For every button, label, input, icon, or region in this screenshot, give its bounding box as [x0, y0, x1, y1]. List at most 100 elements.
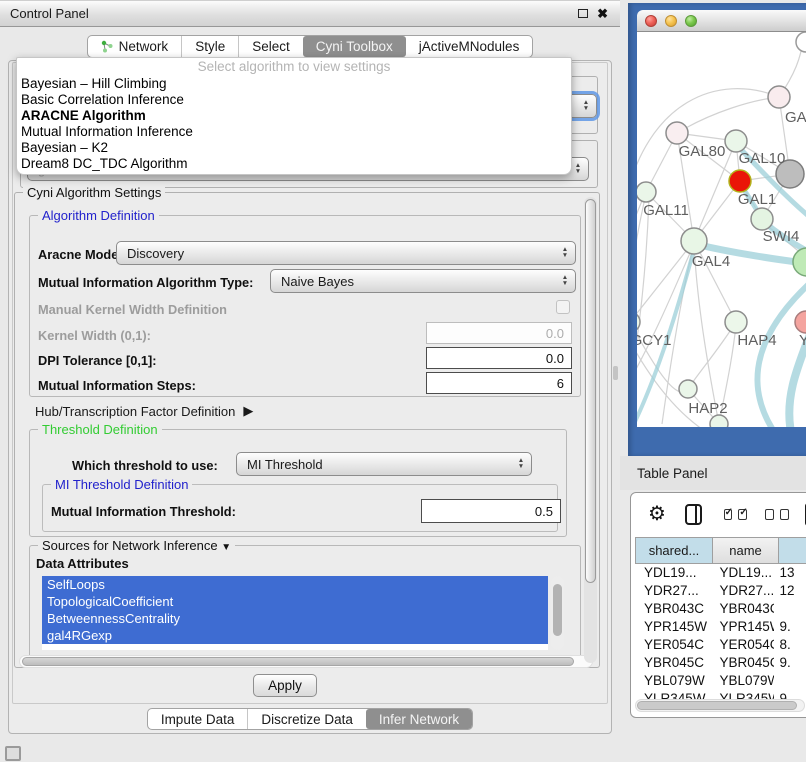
scrollbar-thumb[interactable]	[585, 199, 596, 583]
mi-threshold-group: MI Threshold Definition Mutual Informati…	[42, 484, 558, 532]
dropdown-option[interactable]: Bayesian – Hill Climbing	[17, 76, 571, 92]
node-label: Y	[799, 332, 806, 349]
network-icon	[101, 40, 114, 53]
bottom-tabstrip: Impute Data Discretize Data Infer Networ…	[0, 708, 620, 730]
mi-steps-input[interactable]: 6	[426, 372, 572, 394]
split-columns-icon[interactable]	[685, 504, 702, 525]
tab-infer-network[interactable]: Infer Network	[366, 709, 472, 729]
attributes-scrollbar[interactable]	[551, 576, 564, 650]
checked-checkbox-icon[interactable]	[738, 509, 747, 520]
table-row[interactable]: YDL19...YDL19...13	[635, 564, 806, 582]
table-row[interactable]: YPR145WYPR145W9.	[635, 618, 806, 636]
table-row[interactable]: YBR045CYBR045C9.	[635, 654, 806, 672]
column-header-name[interactable]: name	[713, 537, 779, 564]
which-threshold-combobox[interactable]: MI Threshold ▲▼	[236, 452, 532, 476]
panel-grip-icon[interactable]	[5, 746, 21, 761]
network-window-titlebar	[637, 10, 806, 32]
close-icon[interactable]: ✖	[597, 7, 608, 20]
node-partial-top[interactable]	[796, 32, 806, 52]
table-row[interactable]: YBL079WYBL079W	[635, 672, 806, 690]
mi-steps-label: Mutual Information Steps:	[38, 378, 196, 393]
table-hscrollbar[interactable]	[635, 699, 805, 712]
combo-stepper-icon: ▲▼	[511, 458, 531, 471]
collapse-down-icon[interactable]: ▼	[221, 542, 231, 553]
attribute-item-selected[interactable]: gal4RGexp	[42, 627, 548, 644]
node-gal1-red[interactable]	[729, 170, 751, 192]
tab-cyni-toolbox[interactable]: Cyni Toolbox	[303, 36, 406, 57]
node-label: HAP2	[688, 400, 727, 417]
settings-vscrollbar[interactable]	[584, 197, 597, 663]
node-hap2[interactable]	[679, 380, 697, 398]
tab-jactivemnodules[interactable]: jActiveMNodules	[406, 36, 533, 57]
dropdown-option[interactable]: Bayesian – K2	[17, 140, 571, 156]
table-header-row: shared... name	[635, 537, 806, 564]
scrollbar-thumb[interactable]	[553, 584, 562, 636]
node-gal4[interactable]	[681, 228, 707, 254]
node-label: GAL	[785, 109, 806, 126]
node-gal10[interactable]	[725, 130, 747, 152]
aracne-mode-combobox[interactable]: Discovery ▲▼	[116, 241, 576, 265]
node-gal-pink[interactable]	[768, 86, 790, 108]
manual-kernel-checkbox[interactable]	[556, 300, 570, 314]
dropdown-option[interactable]: Mutual Information Inference	[17, 124, 571, 140]
dropdown-option[interactable]: Dream8 DC_TDC Algorithm	[17, 156, 571, 172]
table-row[interactable]: YDR27...YDR27...12	[635, 582, 806, 600]
node-hap4[interactable]	[725, 311, 747, 333]
threshold-definition-title: Threshold Definition	[38, 422, 162, 437]
column-header-partial[interactable]	[779, 537, 806, 564]
dpi-tolerance-label: DPI Tolerance [0,1]:	[38, 353, 157, 368]
tab-impute-data[interactable]: Impute Data	[148, 709, 248, 729]
kernel-width-input[interactable]: 0.0	[426, 322, 572, 344]
dpi-tolerance-input[interactable]: 0.0	[426, 347, 572, 369]
dropdown-option[interactable]: Basic Correlation Inference	[17, 92, 571, 108]
tab-select[interactable]: Select	[238, 36, 303, 57]
attribute-item-selected[interactable]: BetweennessCentrality	[42, 610, 548, 627]
float-window-icon[interactable]	[578, 9, 588, 18]
algorithm-definition-title: Algorithm Definition	[38, 208, 159, 223]
minimize-traffic-icon[interactable]	[665, 15, 677, 27]
checked-checkbox-icon[interactable]	[724, 509, 733, 520]
close-traffic-icon[interactable]	[645, 15, 657, 27]
algorithm-definition-group: Algorithm Definition Aracne Mode: Discov…	[29, 215, 581, 397]
table-row[interactable]: YBR043CYBR043C	[635, 600, 806, 618]
tab-network[interactable]: Network	[88, 36, 182, 57]
node-gal80[interactable]	[666, 122, 688, 144]
manual-kernel-label: Manual Kernel Width Definition	[38, 302, 227, 317]
node-label: GAL4	[692, 253, 730, 270]
node-label: GAL10	[739, 150, 786, 167]
hub-definition-toggle[interactable]: Hub/Transcription Factor Definition ▶	[35, 403, 253, 419]
mi-threshold-title: MI Threshold Definition	[51, 477, 192, 492]
dropdown-option-highlighted[interactable]: ARACNE Algorithm	[17, 108, 571, 124]
apply-button[interactable]: Apply	[253, 674, 317, 697]
node-label: GAL80	[679, 143, 726, 160]
tab-discretize-data[interactable]: Discretize Data	[247, 709, 366, 729]
node-salmon[interactable]	[795, 311, 806, 333]
node-big-green[interactable]	[793, 248, 806, 276]
expand-right-icon: ▶	[243, 403, 253, 419]
node-swi4[interactable]	[751, 208, 773, 230]
attribute-item-selected[interactable]: SelfLoops	[42, 576, 548, 593]
table-panel-titlebar: Table Panel	[620, 456, 806, 490]
mi-type-combobox[interactable]: Naive Bayes ▲▼	[270, 269, 576, 293]
table-row[interactable]: YER054CYER054C8.	[635, 636, 806, 654]
unchecked-checkbox-icon[interactable]	[765, 509, 774, 520]
table-row[interactable]: YLR345WYLR345W9.	[635, 690, 806, 699]
scrollbar-thumb[interactable]	[22, 657, 574, 666]
network-canvas[interactable]: GAL GAL80 GAL10 GAL1 GAL11 SWI4 GAL4 GCY…	[637, 32, 806, 427]
split-pane-handle[interactable]	[613, 366, 618, 380]
zoom-traffic-icon[interactable]	[685, 15, 697, 27]
combo-stepper-icon: ▲▼	[576, 100, 596, 113]
tab-style[interactable]: Style	[181, 36, 238, 57]
sources-group: Sources for Network Inference ▼ Data Att…	[29, 545, 581, 667]
column-header-shared[interactable]: shared...	[635, 537, 713, 564]
mi-threshold-input[interactable]: 0.5	[421, 499, 561, 523]
node-gal11[interactable]	[637, 182, 656, 202]
top-tabstrip: Network Style Select Cyni Toolbox jActiv…	[0, 35, 620, 58]
unchecked-checkbox-icon[interactable]	[780, 509, 789, 520]
attribute-item-selected[interactable]: TopologicalCoefficient	[42, 593, 548, 610]
table-panel: ⚙ shared... name YDL19...YDL19...13 YDR2…	[630, 492, 806, 718]
gear-icon[interactable]: ⚙	[648, 504, 666, 524]
algorithm-dropdown-popup: Select algorithm to view settings Bayesi…	[16, 57, 572, 175]
settings-hscrollbar[interactable]	[19, 655, 593, 668]
scrollbar-thumb[interactable]	[637, 701, 797, 710]
